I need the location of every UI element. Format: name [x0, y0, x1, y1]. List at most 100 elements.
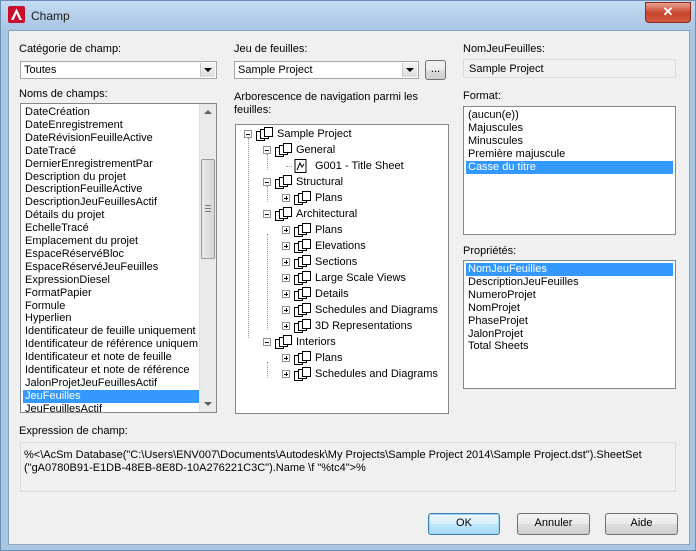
list-item[interactable]: DescriptionJeuFeuilles: [466, 276, 673, 289]
list-item[interactable]: Majuscules: [466, 122, 673, 135]
ok-button[interactable]: OK: [428, 513, 500, 535]
scroll-down-icon[interactable]: [200, 396, 216, 412]
sheet-set-icon: [275, 207, 293, 222]
list-item[interactable]: JalonProjetJeuFeuillesActif: [23, 377, 199, 390]
collapse-icon[interactable]: [263, 146, 271, 154]
list-item[interactable]: Emplacement du projet: [23, 235, 199, 248]
list-item[interactable]: Description du projet: [23, 171, 199, 184]
category-dropdown[interactable]: Toutes: [20, 61, 217, 79]
sheet-set-icon: [294, 319, 312, 334]
list-item[interactable]: EspaceRéservéBloc: [23, 248, 199, 261]
sheet-set-icon: [275, 143, 293, 158]
expand-icon[interactable]: [282, 258, 290, 266]
scroll-up-icon[interactable]: [200, 104, 216, 120]
sheetset-name-field: Sample Project: [463, 59, 676, 78]
list-item[interactable]: DescriptionJeuFeuillesActif: [23, 196, 199, 209]
sheetset-label: Jeu de feuilles:: [234, 43, 308, 55]
list-item[interactable]: Minuscules: [466, 135, 673, 148]
tree-node[interactable]: G001 - Title Sheet: [315, 158, 404, 174]
chevron-down-icon[interactable]: [402, 63, 417, 77]
tree-node[interactable]: Elevations: [315, 238, 366, 254]
list-item[interactable]: DateTracé: [23, 145, 199, 158]
list-item[interactable]: (aucun(e)): [466, 109, 673, 122]
expand-icon[interactable]: [282, 290, 290, 298]
format-list[interactable]: (aucun(e)) Majuscules Minuscules Première m…: [463, 106, 676, 235]
list-item[interactable]: DescriptionFeuilleActive: [23, 183, 199, 196]
list-item[interactable]: DateRévisionFeuilleActive: [23, 132, 199, 145]
collapse-icon[interactable]: [263, 178, 271, 186]
list-item[interactable]: DateEnregistrement: [23, 119, 199, 132]
list-item[interactable]: EchelleTracé: [23, 222, 199, 235]
list-item[interactable]: FormatPapier: [23, 287, 199, 300]
sheet-set-icon: [294, 255, 312, 270]
expand-icon[interactable]: [282, 322, 290, 330]
sheet-set-icon: [275, 335, 293, 350]
list-item[interactable]: NumeroProjet: [466, 289, 673, 302]
list-item[interactable]: DateCréation: [23, 106, 199, 119]
list-item[interactable]: NomJeuFeuilles: [466, 263, 673, 276]
expand-icon[interactable]: [282, 354, 290, 362]
format-label: Format:: [463, 90, 501, 102]
expression-line-1: %<\AcSm Database("C:\Users\ENV007\Docume…: [24, 449, 642, 461]
list-item[interactable]: DernierEnregistrementPar: [23, 158, 199, 171]
close-button[interactable]: ✕: [645, 2, 691, 23]
sheetset-dropdown[interactable]: Sample Project: [234, 61, 419, 79]
sheet-set-icon: [294, 287, 312, 302]
list-item[interactable]: Détails du projet: [23, 209, 199, 222]
tree-node[interactable]: Plans: [315, 190, 343, 206]
tree-node[interactable]: Schedules and Diagrams: [315, 366, 438, 382]
scroll-thumb[interactable]: [201, 159, 215, 259]
tree-node[interactable]: Plans: [315, 350, 343, 366]
chevron-down-icon[interactable]: [200, 63, 215, 77]
list-item[interactable]: Total Sheets: [466, 340, 673, 353]
tree-node[interactable]: Plans: [315, 222, 343, 238]
expand-icon[interactable]: [282, 242, 290, 250]
tree-node[interactable]: Interiors: [296, 334, 336, 350]
list-item[interactable]: Casse du titre: [466, 160, 673, 174]
list-item[interactable]: NomProjet: [466, 302, 673, 315]
list-item[interactable]: Hyperlien: [23, 312, 199, 325]
expand-icon[interactable]: [282, 306, 290, 314]
properties-list[interactable]: NomJeuFeuilles DescriptionJeuFeuilles Nume…: [463, 260, 676, 389]
cancel-button[interactable]: Annuler: [517, 513, 590, 535]
field-names-scrollbar[interactable]: [199, 104, 216, 412]
expand-icon[interactable]: [282, 226, 290, 234]
help-button[interactable]: Aide: [605, 513, 678, 535]
tree-node[interactable]: Structural: [296, 174, 343, 190]
list-item[interactable]: JalonProjet: [466, 328, 673, 341]
list-item[interactable]: Identificateur de feuille uniquement: [23, 325, 199, 338]
list-item[interactable]: ExpressionDiesel: [23, 274, 199, 287]
collapse-icon[interactable]: [263, 210, 271, 218]
tree-node[interactable]: Sample Project: [277, 126, 352, 142]
list-item[interactable]: Identificateur et note de référence: [23, 364, 199, 377]
tree-node[interactable]: Details: [315, 286, 349, 302]
tree-node[interactable]: 3D Representations: [315, 318, 412, 334]
tree-node[interactable]: Architectural: [296, 206, 357, 222]
list-item[interactable]: EspaceRéservéJeuFeuilles: [23, 261, 199, 274]
sheet-navigation-tree[interactable]: Sample Project General G001 - Title Sheet S…: [235, 124, 449, 414]
list-item[interactable]: Identificateur de référence uniquem: [23, 338, 199, 351]
list-item[interactable]: JeuFeuillesActif: [23, 403, 199, 412]
list-item[interactable]: Identificateur et note de feuille: [23, 351, 199, 364]
collapse-icon[interactable]: [244, 130, 252, 138]
browse-button[interactable]: ...: [425, 60, 446, 80]
title-bar[interactable]: Champ ✕: [1, 1, 695, 30]
tree-node[interactable]: Sections: [315, 254, 357, 270]
tree-node[interactable]: Schedules and Diagrams: [315, 302, 438, 318]
tree-node[interactable]: Large Scale Views: [315, 270, 406, 286]
list-item[interactable]: JeuFeuilles: [23, 389, 199, 403]
collapse-icon[interactable]: [263, 338, 271, 346]
expand-icon[interactable]: [282, 370, 290, 378]
field-expression: %<\AcSm Database("C:\Users\ENV007\Docume…: [20, 442, 676, 492]
sheetset-value: Sample Project: [238, 64, 313, 76]
category-label: Catégorie de champ:: [19, 43, 122, 55]
field-names-list[interactable]: DateCréation DateEnregistrement DateRévisi…: [20, 103, 217, 413]
expand-icon[interactable]: [282, 274, 290, 282]
properties-label: Propriétés:: [463, 245, 517, 257]
list-item[interactable]: PhaseProjet: [466, 315, 673, 328]
expand-icon[interactable]: [282, 194, 290, 202]
list-item[interactable]: Première majuscule: [466, 148, 673, 161]
expression-label: Expression de champ:: [19, 425, 128, 437]
list-item[interactable]: Formule: [23, 300, 199, 313]
tree-node[interactable]: General: [296, 142, 335, 158]
